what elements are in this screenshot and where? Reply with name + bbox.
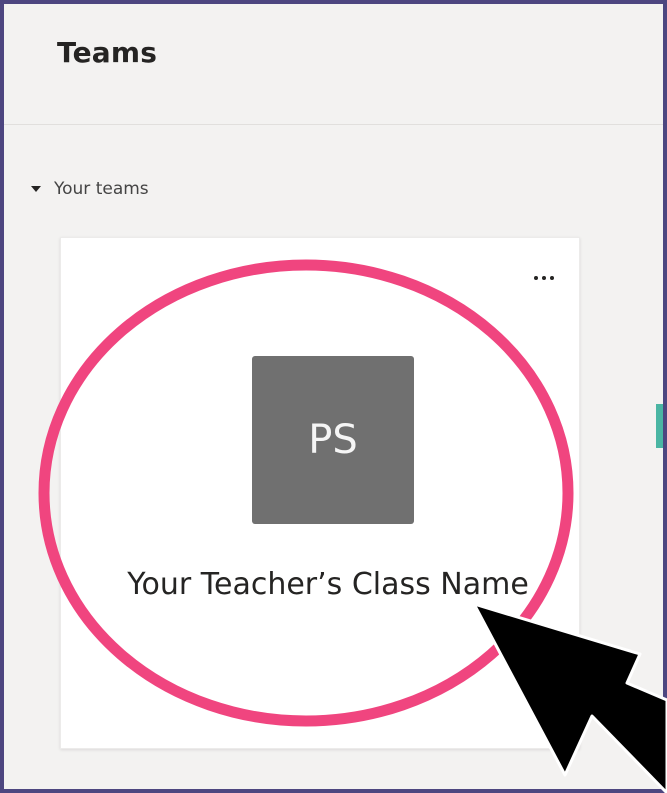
team-name: Your Teacher’s Class Name bbox=[127, 567, 529, 602]
more-options-icon[interactable] bbox=[534, 276, 554, 280]
caret-down-icon bbox=[31, 186, 41, 192]
team-initials: PS bbox=[308, 417, 358, 463]
page-title: Teams bbox=[57, 36, 158, 69]
team-avatar: PS bbox=[252, 356, 414, 524]
section-label: Your teams bbox=[54, 179, 149, 199]
accent-edge bbox=[656, 404, 663, 448]
team-card[interactable]: PS Your Teacher’s Class Name bbox=[60, 237, 580, 749]
header: Teams bbox=[4, 4, 663, 125]
your-teams-section-toggle[interactable]: Your teams bbox=[31, 179, 149, 199]
teams-panel: Teams Your teams PS Your Teacher’s Class… bbox=[0, 0, 667, 793]
